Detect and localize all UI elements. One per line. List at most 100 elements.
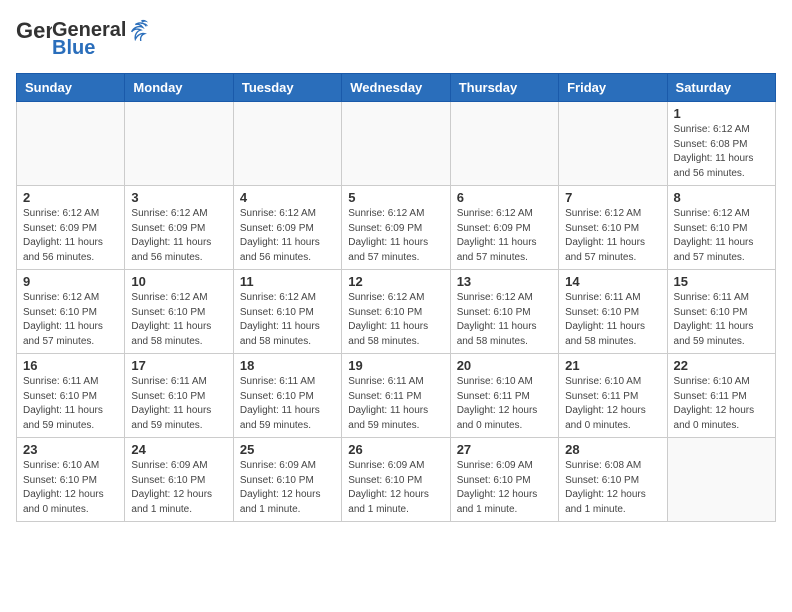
day-info: Sunrise: 6:09 AMSunset: 6:10 PMDaylight:…: [240, 459, 335, 517]
calendar-cell: [667, 438, 775, 522]
day-info: Sunrise: 6:10 AMSunset: 6:11 PMDaylight:…: [674, 375, 769, 433]
calendar-cell: [17, 102, 125, 186]
calendar-cell: 25 Sunrise: 6:09 AMSunset: 6:10 PMDayligh…: [233, 438, 341, 522]
logo-text: General Blue: [52, 19, 150, 59]
weekday-header-monday: Monday: [125, 74, 233, 102]
day-info: Sunrise: 6:12 AMSunset: 6:10 PMDaylight:…: [674, 207, 769, 265]
calendar-cell: [342, 102, 450, 186]
logo-bird-icon: [128, 19, 150, 41]
day-number: 2: [23, 190, 118, 205]
day-number: 27: [457, 442, 552, 457]
day-info: Sunrise: 6:09 AMSunset: 6:10 PMDaylight:…: [457, 459, 552, 517]
day-info: Sunrise: 6:12 AMSunset: 6:08 PMDaylight:…: [674, 123, 769, 181]
calendar-cell: 17Sunrise: 6:11 AMSunset: 6:10 PMDayligh…: [125, 354, 233, 438]
day-info: Sunrise: 6:11 AMSunset: 6:10 PMDaylight:…: [565, 291, 660, 349]
day-info: Sunrise: 6:12 AMSunset: 6:09 PMDaylight:…: [240, 207, 335, 265]
day-info: Sunrise: 6:12 AMSunset: 6:10 PMDaylight:…: [23, 291, 118, 349]
calendar-cell: 1 Sunrise: 6:12 AMSunset: 6:08 PMDaylight…: [667, 102, 775, 186]
day-info: Sunrise: 6:12 AMSunset: 6:10 PMDaylight:…: [131, 291, 226, 349]
calendar-cell: 28Sunrise: 6:08 AMSunset: 6:10 PMDayligh…: [559, 438, 667, 522]
week-row-5: 23 Sunrise: 6:10 AMSunset: 6:10 PMDayligh…: [17, 438, 776, 522]
calendar-cell: 8 Sunrise: 6:12 AMSunset: 6:10 PMDaylight…: [667, 186, 775, 270]
weekday-header-sunday: Sunday: [17, 74, 125, 102]
day-number: 9: [23, 274, 118, 289]
day-number: 4: [240, 190, 335, 205]
calendar-cell: 18 Sunrise: 6:11 AMSunset: 6:10 PMDayligh…: [233, 354, 341, 438]
calendar-cell: 21 Sunrise: 6:10 AMSunset: 6:11 PMDayligh…: [559, 354, 667, 438]
calendar-cell: 26Sunrise: 6:09 AMSunset: 6:10 PMDayligh…: [342, 438, 450, 522]
day-info: Sunrise: 6:08 AMSunset: 6:10 PMDaylight:…: [565, 459, 660, 517]
day-info: Sunrise: 6:12 AMSunset: 6:10 PMDaylight:…: [348, 291, 443, 349]
day-number: 24: [131, 442, 226, 457]
calendar-cell: 15 Sunrise: 6:11 AMSunset: 6:10 PMDayligh…: [667, 270, 775, 354]
day-number: 13: [457, 274, 552, 289]
day-number: 25: [240, 442, 335, 457]
day-number: 7: [565, 190, 660, 205]
day-info: Sunrise: 6:11 AMSunset: 6:10 PMDaylight:…: [674, 291, 769, 349]
day-number: 11: [240, 274, 335, 289]
day-info: Sunrise: 6:12 AMSunset: 6:09 PMDaylight:…: [457, 207, 552, 265]
week-row-4: 16 Sunrise: 6:11 AMSunset: 6:10 PMDayligh…: [17, 354, 776, 438]
weekday-header-saturday: Saturday: [667, 74, 775, 102]
day-info: Sunrise: 6:11 AMSunset: 6:10 PMDaylight:…: [240, 375, 335, 433]
day-number: 20: [457, 358, 552, 373]
calendar-cell: 27 Sunrise: 6:09 AMSunset: 6:10 PMDayligh…: [450, 438, 558, 522]
day-number: 18: [240, 358, 335, 373]
day-info: Sunrise: 6:10 AMSunset: 6:11 PMDaylight:…: [565, 375, 660, 433]
calendar-cell: 9 Sunrise: 6:12 AMSunset: 6:10 PMDaylight…: [17, 270, 125, 354]
day-number: 14: [565, 274, 660, 289]
weekday-header-wednesday: Wednesday: [342, 74, 450, 102]
week-row-3: 9 Sunrise: 6:12 AMSunset: 6:10 PMDaylight…: [17, 270, 776, 354]
day-info: Sunrise: 6:12 AMSunset: 6:10 PMDaylight:…: [565, 207, 660, 265]
calendar-cell: [450, 102, 558, 186]
calendar-cell: 16 Sunrise: 6:11 AMSunset: 6:10 PMDayligh…: [17, 354, 125, 438]
day-number: 17: [131, 358, 226, 373]
day-info: Sunrise: 6:12 AMSunset: 6:10 PMDaylight:…: [457, 291, 552, 349]
calendar-cell: 7 Sunrise: 6:12 AMSunset: 6:10 PMDaylight…: [559, 186, 667, 270]
calendar-cell: 4 Sunrise: 6:12 AMSunset: 6:09 PMDaylight…: [233, 186, 341, 270]
day-number: 21: [565, 358, 660, 373]
calendar-cell: [125, 102, 233, 186]
logo-mark: General: [16, 16, 52, 61]
day-info: Sunrise: 6:12 AMSunset: 6:10 PMDaylight:…: [240, 291, 335, 349]
calendar-cell: 24 Sunrise: 6:09 AMSunset: 6:10 PMDayligh…: [125, 438, 233, 522]
day-info: Sunrise: 6:09 AMSunset: 6:10 PMDaylight:…: [131, 459, 226, 517]
day-number: 10: [131, 274, 226, 289]
week-row-2: 2 Sunrise: 6:12 AMSunset: 6:09 PMDaylight…: [17, 186, 776, 270]
day-number: 22: [674, 358, 769, 373]
svg-text:General: General: [16, 18, 52, 43]
calendar-cell: 20 Sunrise: 6:10 AMSunset: 6:11 PMDayligh…: [450, 354, 558, 438]
day-number: 6: [457, 190, 552, 205]
day-number: 12: [348, 274, 443, 289]
header: General General Blue: [16, 16, 776, 61]
calendar-cell: [559, 102, 667, 186]
day-number: 8: [674, 190, 769, 205]
day-info: Sunrise: 6:12 AMSunset: 6:09 PMDaylight:…: [23, 207, 118, 265]
calendar-cell: [233, 102, 341, 186]
calendar: SundayMondayTuesdayWednesdayThursdayFrid…: [16, 73, 776, 522]
calendar-cell: 11 Sunrise: 6:12 AMSunset: 6:10 PMDayligh…: [233, 270, 341, 354]
day-info: Sunrise: 6:11 AMSunset: 6:11 PMDaylight:…: [348, 375, 443, 433]
week-row-1: 1 Sunrise: 6:12 AMSunset: 6:08 PMDaylight…: [17, 102, 776, 186]
day-info: Sunrise: 6:12 AMSunset: 6:09 PMDaylight:…: [348, 207, 443, 265]
day-info: Sunrise: 6:10 AMSunset: 6:10 PMDaylight:…: [23, 459, 118, 517]
day-info: Sunrise: 6:10 AMSunset: 6:11 PMDaylight:…: [457, 375, 552, 433]
calendar-cell: 3Sunrise: 6:12 AMSunset: 6:09 PMDaylight…: [125, 186, 233, 270]
day-info: Sunrise: 6:09 AMSunset: 6:10 PMDaylight:…: [348, 459, 443, 517]
calendar-cell: 5 Sunrise: 6:12 AMSunset: 6:09 PMDaylight…: [342, 186, 450, 270]
day-number: 1: [674, 106, 769, 121]
day-info: Sunrise: 6:12 AMSunset: 6:09 PMDaylight:…: [131, 207, 226, 265]
calendar-cell: 13 Sunrise: 6:12 AMSunset: 6:10 PMDayligh…: [450, 270, 558, 354]
calendar-cell: 12 Sunrise: 6:12 AMSunset: 6:10 PMDayligh…: [342, 270, 450, 354]
day-info: Sunrise: 6:11 AMSunset: 6:10 PMDaylight:…: [23, 375, 118, 433]
weekday-header-friday: Friday: [559, 74, 667, 102]
day-number: 23: [23, 442, 118, 457]
calendar-cell: 22 Sunrise: 6:10 AMSunset: 6:11 PMDayligh…: [667, 354, 775, 438]
day-number: 15: [674, 274, 769, 289]
weekday-header-thursday: Thursday: [450, 74, 558, 102]
day-number: 5: [348, 190, 443, 205]
logo: General General Blue: [16, 16, 150, 61]
day-number: 16: [23, 358, 118, 373]
day-number: 19: [348, 358, 443, 373]
calendar-cell: 19 Sunrise: 6:11 AMSunset: 6:11 PMDayligh…: [342, 354, 450, 438]
